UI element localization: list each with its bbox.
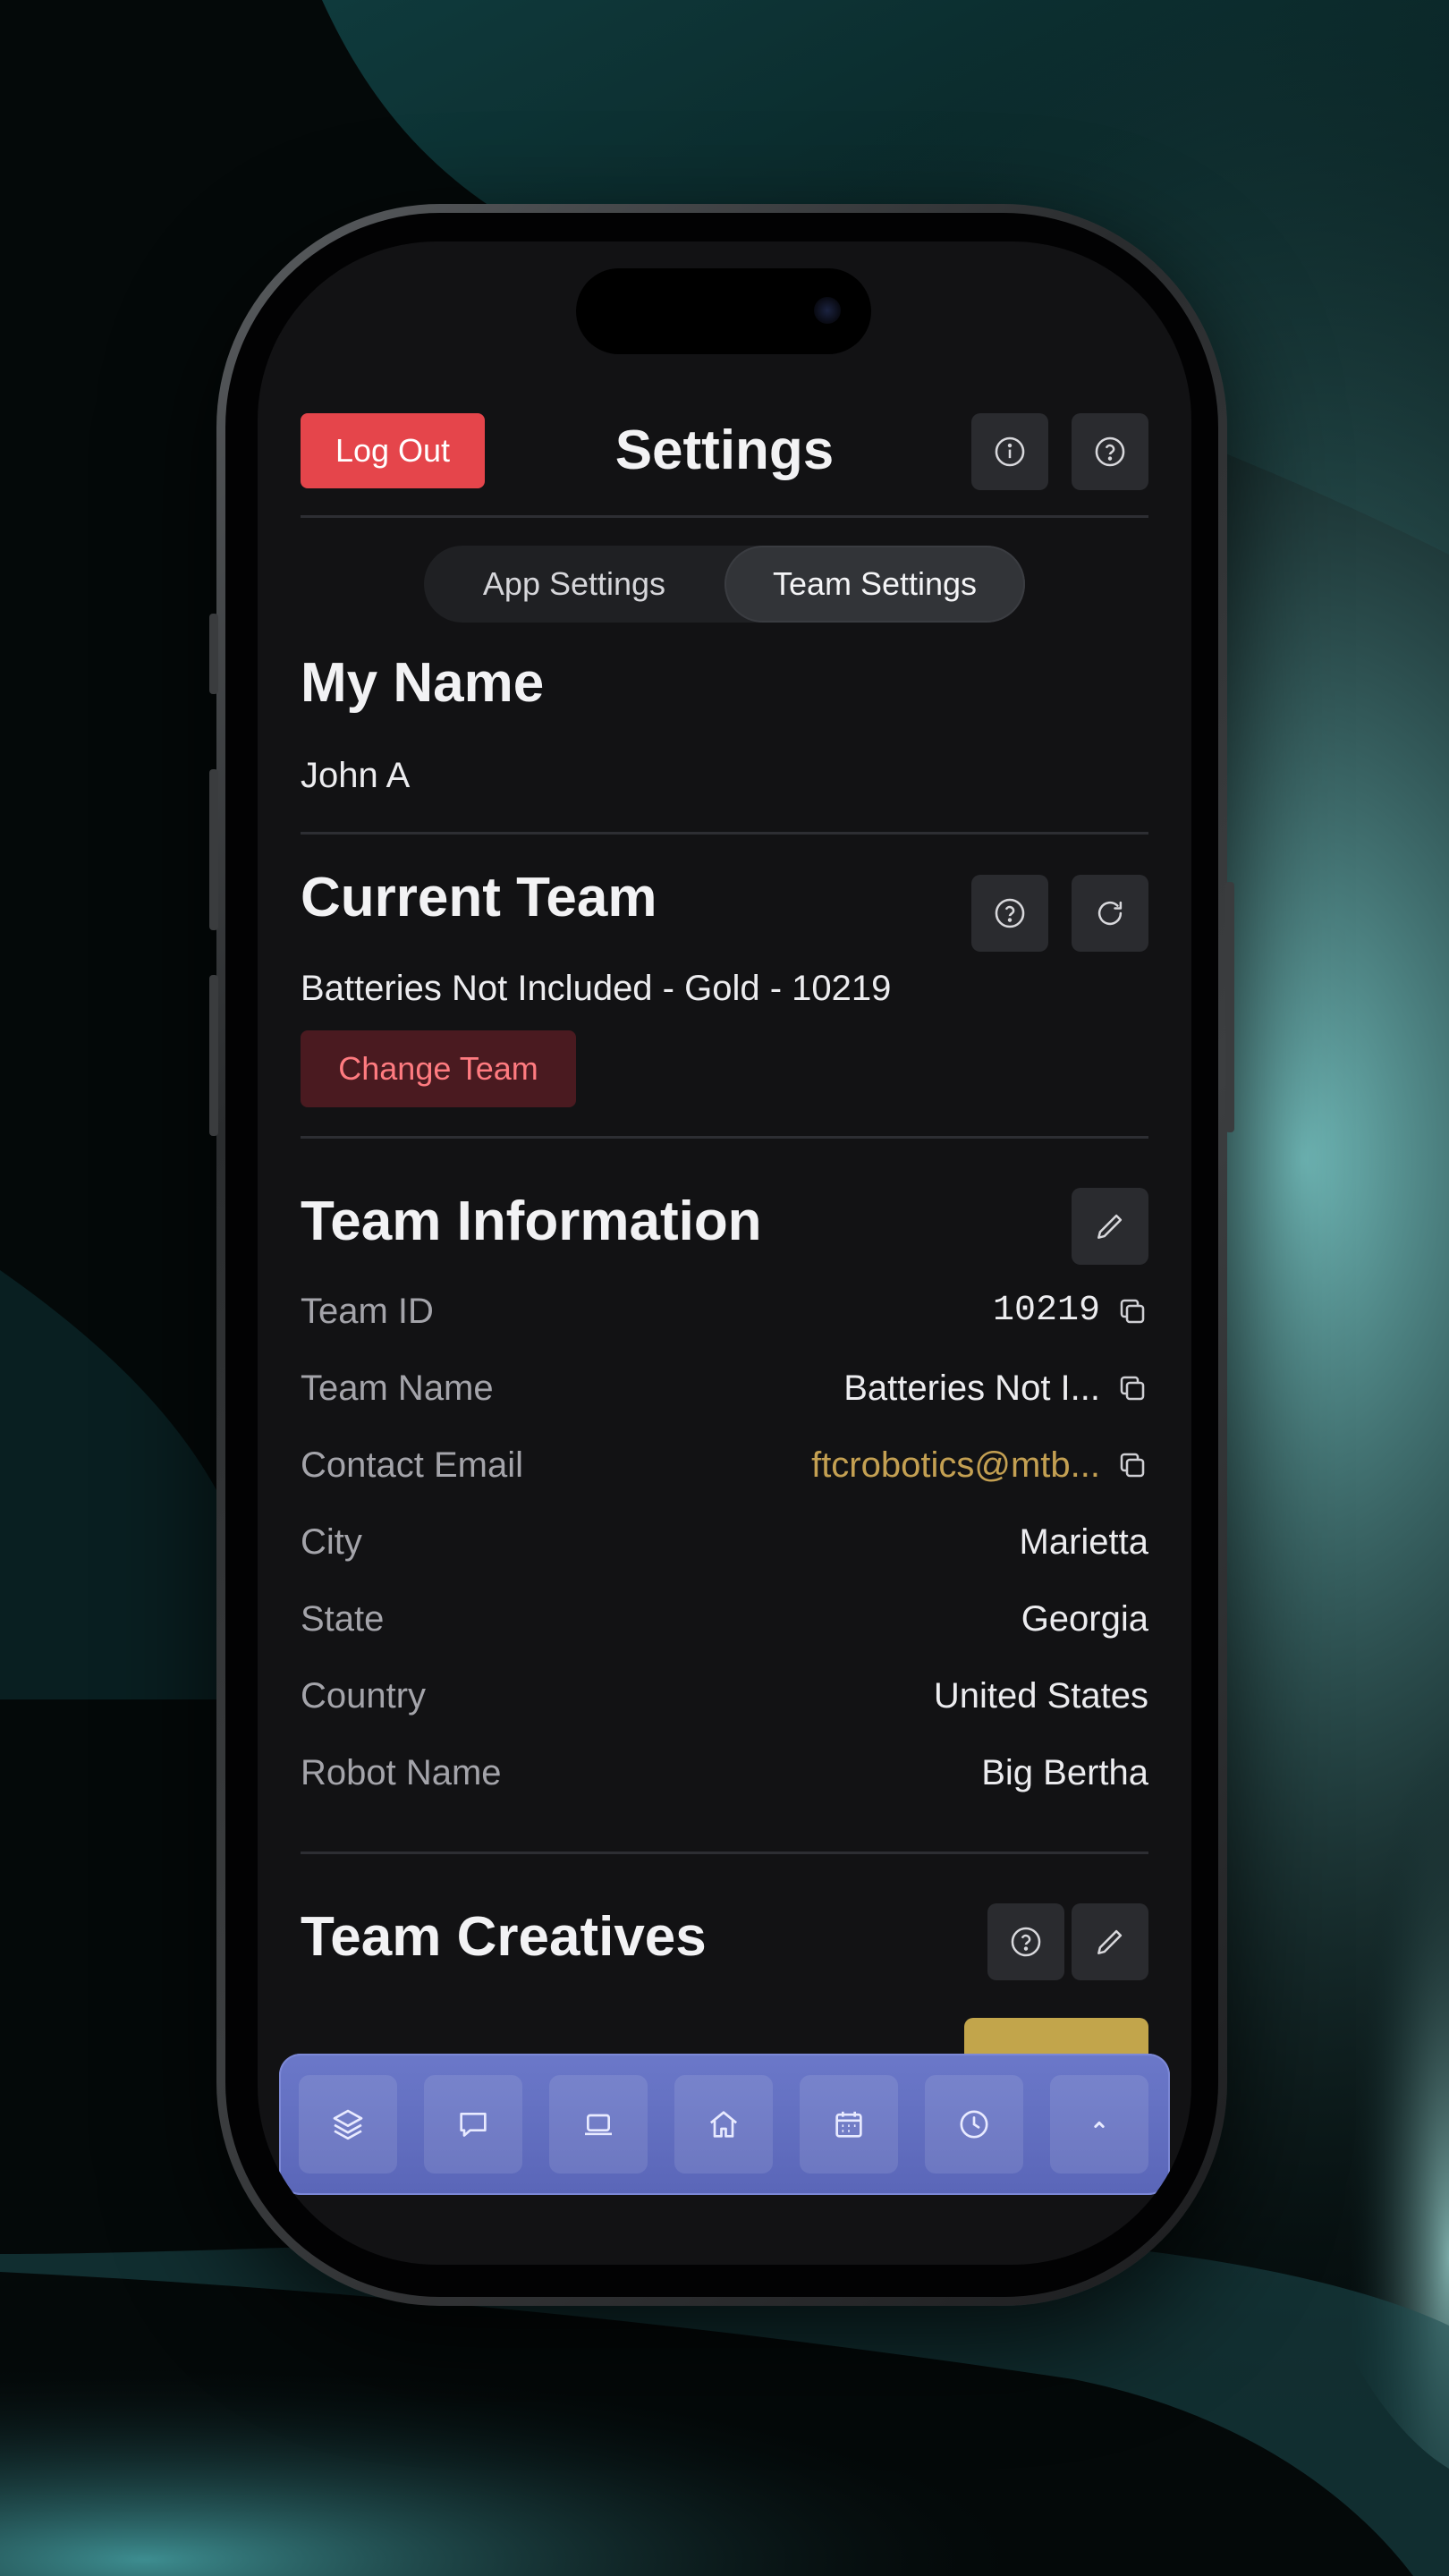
copy-icon[interactable] (1116, 1449, 1148, 1481)
clock-icon (960, 2110, 988, 2139)
nav-home[interactable] (674, 2075, 773, 2174)
info-row-contact-email: Contact Email ftcrobotics@mtb... (301, 1438, 1148, 1492)
volume-up-button (209, 769, 218, 930)
app-screen: Log Out Settings App Settings Team Setti… (258, 242, 1191, 2265)
tablet-icon (585, 2114, 612, 2136)
copy-icon[interactable] (1116, 1372, 1148, 1404)
nav-expand[interactable] (1050, 2075, 1148, 2174)
current-team-help-button[interactable] (971, 875, 1048, 952)
contact-email-link[interactable]: ftcrobotics@mtb... (811, 1438, 1100, 1492)
tab-app-settings[interactable]: App Settings (424, 546, 724, 623)
camera-icon (814, 297, 841, 324)
nav-calendar[interactable] (800, 2075, 898, 2174)
question-icon (1011, 1927, 1041, 1957)
info-row-state: State Georgia (301, 1592, 1148, 1646)
calendar-icon (835, 2111, 862, 2138)
info-label: Team ID (301, 1292, 434, 1331)
edit-team-info-button[interactable] (1072, 1188, 1148, 1265)
robot-name-value: Big Bertha (981, 1753, 1148, 1792)
copy-icon[interactable] (1116, 1295, 1148, 1327)
info-icon (995, 436, 1025, 467)
refresh-team-button[interactable] (1072, 875, 1148, 952)
chat-icon (460, 2113, 487, 2137)
current-team-divider (301, 1136, 1148, 1139)
info-label: City (301, 1522, 362, 1562)
team-name-value: Batteries Not I... (843, 1368, 1100, 1408)
bottom-nav (279, 2054, 1170, 2195)
city-value: Marietta (1019, 1522, 1149, 1562)
settings-tabs: App Settings Team Settings (424, 546, 1025, 623)
power-button (1225, 882, 1234, 1132)
header-divider (301, 515, 1148, 518)
team-creatives-help-button[interactable] (987, 1903, 1064, 1980)
layers-icon (333, 2109, 363, 2140)
info-row-team-id: Team ID 10219 (301, 1284, 1148, 1338)
info-row-city: City Marietta (301, 1515, 1148, 1569)
nav-tablet[interactable] (549, 2075, 648, 2174)
info-label: State (301, 1599, 385, 1639)
state-value: Georgia (1021, 1599, 1148, 1639)
info-label: Team Name (301, 1368, 494, 1408)
edit-team-creatives-button[interactable] (1072, 1903, 1148, 1980)
volume-down-button (209, 975, 218, 1136)
team-information-heading: Team Information (301, 1191, 762, 1252)
my-name-divider (301, 832, 1148, 835)
nav-clock[interactable] (925, 2075, 1023, 2174)
current-team-heading: Current Team (301, 867, 657, 928)
team-id-value: 10219 (992, 1291, 1100, 1331)
info-label: Robot Name (301, 1753, 502, 1792)
settings-header: Log Out Settings (301, 413, 1148, 490)
action-button (209, 614, 218, 694)
my-name-value: John A (301, 756, 411, 795)
my-name-heading: My Name (301, 652, 545, 714)
creative-preview-edge (964, 2018, 1148, 2054)
nav-chat[interactable] (424, 2075, 522, 2174)
dynamic-island (576, 268, 871, 354)
info-label: Country (301, 1676, 427, 1716)
change-team-button[interactable]: Change Team (301, 1030, 576, 1107)
info-row-team-name: Team Name Batteries Not I... (301, 1361, 1148, 1415)
team-creatives-heading: Team Creatives (301, 1906, 707, 1968)
pencil-icon (1097, 1214, 1123, 1239)
team-info-divider (301, 1852, 1148, 1854)
help-button[interactable] (1072, 413, 1148, 490)
current-team-value: Batteries Not Included - Gold - 10219 (301, 969, 892, 1008)
chevron-up-icon (1094, 2121, 1105, 2128)
country-value: United States (933, 1676, 1148, 1716)
info-label: Contact Email (301, 1445, 523, 1485)
info-button[interactable] (971, 413, 1048, 490)
info-row-country: Country United States (301, 1669, 1148, 1723)
question-icon (1095, 436, 1125, 467)
home-icon (709, 2111, 738, 2138)
pencil-icon (1097, 1929, 1123, 1954)
info-row-robot-name: Robot Name Big Bertha (301, 1746, 1148, 1800)
nav-layers[interactable] (299, 2075, 397, 2174)
question-icon (995, 898, 1025, 928)
refresh-icon (1097, 901, 1123, 926)
tab-team-settings[interactable]: Team Settings (724, 546, 1025, 623)
